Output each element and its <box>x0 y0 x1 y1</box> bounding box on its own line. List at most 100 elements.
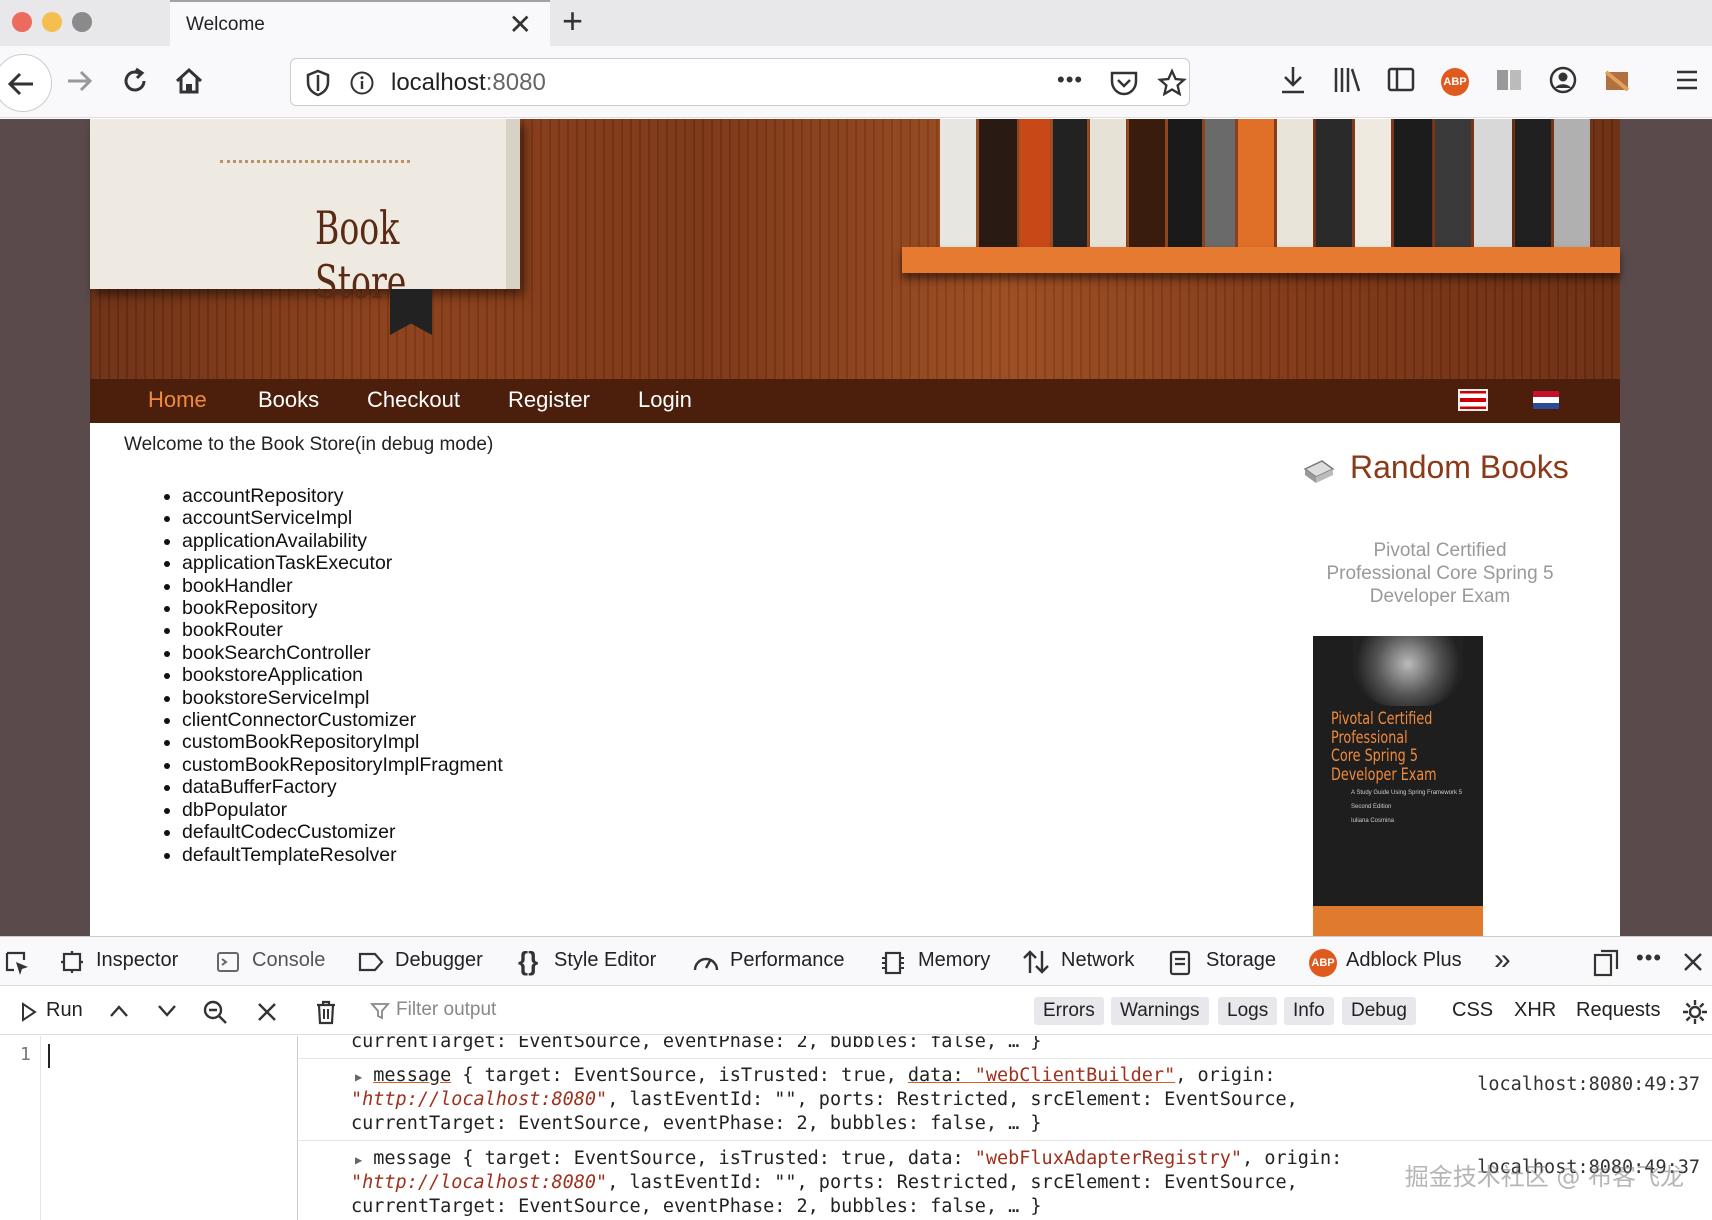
new-tab-button[interactable]: + <box>562 0 583 42</box>
book-logo[interactable]: Book Store <box>90 119 520 309</box>
menu-login[interactable]: Login <box>638 387 692 413</box>
minimize-window-button[interactable] <box>42 12 62 32</box>
origin-url[interactable]: "http://localhost:8080" <box>351 1089 607 1110</box>
zoom-window-button[interactable] <box>72 12 92 32</box>
url-bar[interactable]: localhost:8080 ••• <box>290 58 1190 106</box>
random-books-title: Random Books <box>1350 449 1569 485</box>
watermark: 掘金技术社区 @ 布客飞龙 <box>1404 1163 1684 1191</box>
filter-debug[interactable]: Debug <box>1342 997 1416 1025</box>
reload-icon[interactable] <box>118 64 152 98</box>
trash-icon[interactable] <box>314 999 338 1025</box>
tab-title: Welcome <box>186 14 265 35</box>
tab-debugger[interactable]: Debugger <box>395 949 483 972</box>
filter-xhr[interactable]: XHR <box>1514 999 1556 1022</box>
pretty-print-search-icon[interactable] <box>202 999 228 1025</box>
page-viewport: Book Store Home Books Checkout Register … <box>0 119 1712 936</box>
more-tabs-icon[interactable]: » <box>1494 943 1511 977</box>
cover-sub-line: Iuliana Cosmina <box>1351 818 1395 824</box>
url-host: localhost <box>391 69 486 96</box>
tab-console[interactable]: Console <box>252 949 325 972</box>
tab-close-icon[interactable]: ✕ <box>509 8 532 41</box>
storage-icon <box>1169 950 1191 976</box>
list-item: bookstoreServiceImpl <box>182 687 503 709</box>
library-icon[interactable] <box>1332 64 1362 96</box>
back-button[interactable] <box>0 54 52 112</box>
shield-icon[interactable] <box>305 69 331 97</box>
reader-view-icon[interactable] <box>1494 64 1524 96</box>
history-previous-icon[interactable] <box>108 1003 130 1019</box>
cover-sub-line: A Study Guide Using Spring Framework 5 <box>1351 790 1463 796</box>
filter-output-input[interactable]: Filter output <box>396 999 496 1021</box>
back-arrow-icon <box>7 72 33 96</box>
list-item: bookHandler <box>182 575 503 597</box>
tab-memory[interactable]: Memory <box>918 949 990 972</box>
filter-icon <box>370 1003 390 1020</box>
console-editor[interactable]: 1 <box>0 1036 298 1220</box>
filter-logs[interactable]: Logs <box>1218 997 1278 1025</box>
list-item: bookRepository <box>182 597 503 619</box>
element-picker-icon[interactable] <box>4 950 30 976</box>
run-icon <box>22 1002 37 1022</box>
page-actions-icon[interactable]: ••• <box>1057 67 1083 93</box>
message-label[interactable]: message <box>373 1065 451 1086</box>
devtools-menu-icon[interactable]: ••• <box>1636 945 1662 971</box>
tab-adblock-plus[interactable]: Adblock Plus <box>1346 949 1462 972</box>
english-flag-icon[interactable] <box>1458 389 1488 411</box>
book-cover-image[interactable]: Pivotal Certified Professional Core Spri… <box>1313 636 1483 936</box>
menu-register[interactable]: Register <box>508 387 590 413</box>
forward-arrow-icon[interactable] <box>62 64 96 98</box>
filter-requests[interactable]: Requests <box>1576 999 1661 1022</box>
menu-home[interactable]: Home <box>148 387 207 413</box>
list-item: dbPopulator <box>182 799 503 821</box>
origin-url[interactable]: "http://localhost:8080" <box>351 1172 607 1193</box>
menu-books[interactable]: Books <box>258 387 319 413</box>
message-text: { target: EventSource, isTrusted: true, … <box>451 1148 975 1169</box>
extension-icon[interactable] <box>1602 64 1632 96</box>
menu-checkout[interactable]: Checkout <box>367 387 460 413</box>
tab-performance[interactable]: Performance <box>730 949 845 972</box>
data-key: data: <box>907 1065 975 1086</box>
close-window-button[interactable] <box>12 12 32 32</box>
message-label[interactable]: message <box>373 1148 451 1169</box>
filter-warnings[interactable]: Warnings <box>1111 997 1209 1025</box>
filter-errors[interactable]: Errors <box>1034 997 1104 1025</box>
tab-style-editor[interactable]: Style Editor <box>554 949 656 972</box>
home-icon[interactable] <box>172 64 206 98</box>
adblock-plus-icon[interactable]: ABP <box>1441 68 1469 96</box>
book-desc-line: Developer Exam <box>1369 586 1511 607</box>
downloads-icon[interactable] <box>1278 64 1308 96</box>
filter-css[interactable]: CSS <box>1452 999 1493 1022</box>
bean-list: accountRepository accountServiceImpl app… <box>158 485 503 866</box>
hamburger-menu-icon[interactable] <box>1674 64 1700 96</box>
url-text[interactable]: localhost:8080 <box>391 69 546 97</box>
dock-side-icon[interactable] <box>1592 949 1620 977</box>
bookmark-star-icon[interactable] <box>1157 68 1187 98</box>
message-text: , origin: <box>1242 1148 1343 1169</box>
message-divider <box>299 1058 1712 1059</box>
dutch-flag-icon[interactable] <box>1533 391 1559 409</box>
tab-storage[interactable]: Storage <box>1206 949 1276 972</box>
account-icon[interactable] <box>1548 64 1578 96</box>
bookshelf-books <box>940 119 1620 247</box>
message-text: { target: EventSource, isTrusted: true, <box>451 1065 908 1086</box>
message-location[interactable]: localhost:8080:49:37 <box>1477 1074 1700 1095</box>
books-stack-icon <box>1303 460 1335 483</box>
pocket-icon[interactable] <box>1109 69 1139 97</box>
random-book-description[interactable]: Pivotal Certified Professional Core Spri… <box>1290 539 1590 608</box>
url-port: :8080 <box>485 69 546 96</box>
list-item: accountServiceImpl <box>182 507 503 529</box>
run-button[interactable]: Run <box>46 999 83 1022</box>
filter-info[interactable]: Info <box>1284 997 1334 1025</box>
browser-tab[interactable]: Welcome ✕ <box>170 0 550 46</box>
bookshelf <box>902 247 1620 273</box>
cover-sub-line: Second Edition <box>1351 804 1392 810</box>
history-next-icon[interactable] <box>156 1003 178 1019</box>
sidebar-icon[interactable] <box>1386 64 1416 96</box>
close-editor-icon[interactable] <box>256 1001 278 1023</box>
tab-network[interactable]: Network <box>1061 949 1134 972</box>
close-devtools-icon[interactable] <box>1682 951 1704 973</box>
tab-inspector[interactable]: Inspector <box>96 949 178 972</box>
info-icon[interactable] <box>349 70 375 96</box>
console-output: currentTarget: EventSource, eventPhase: … <box>299 1036 1712 1220</box>
gear-icon[interactable] <box>1682 999 1708 1025</box>
